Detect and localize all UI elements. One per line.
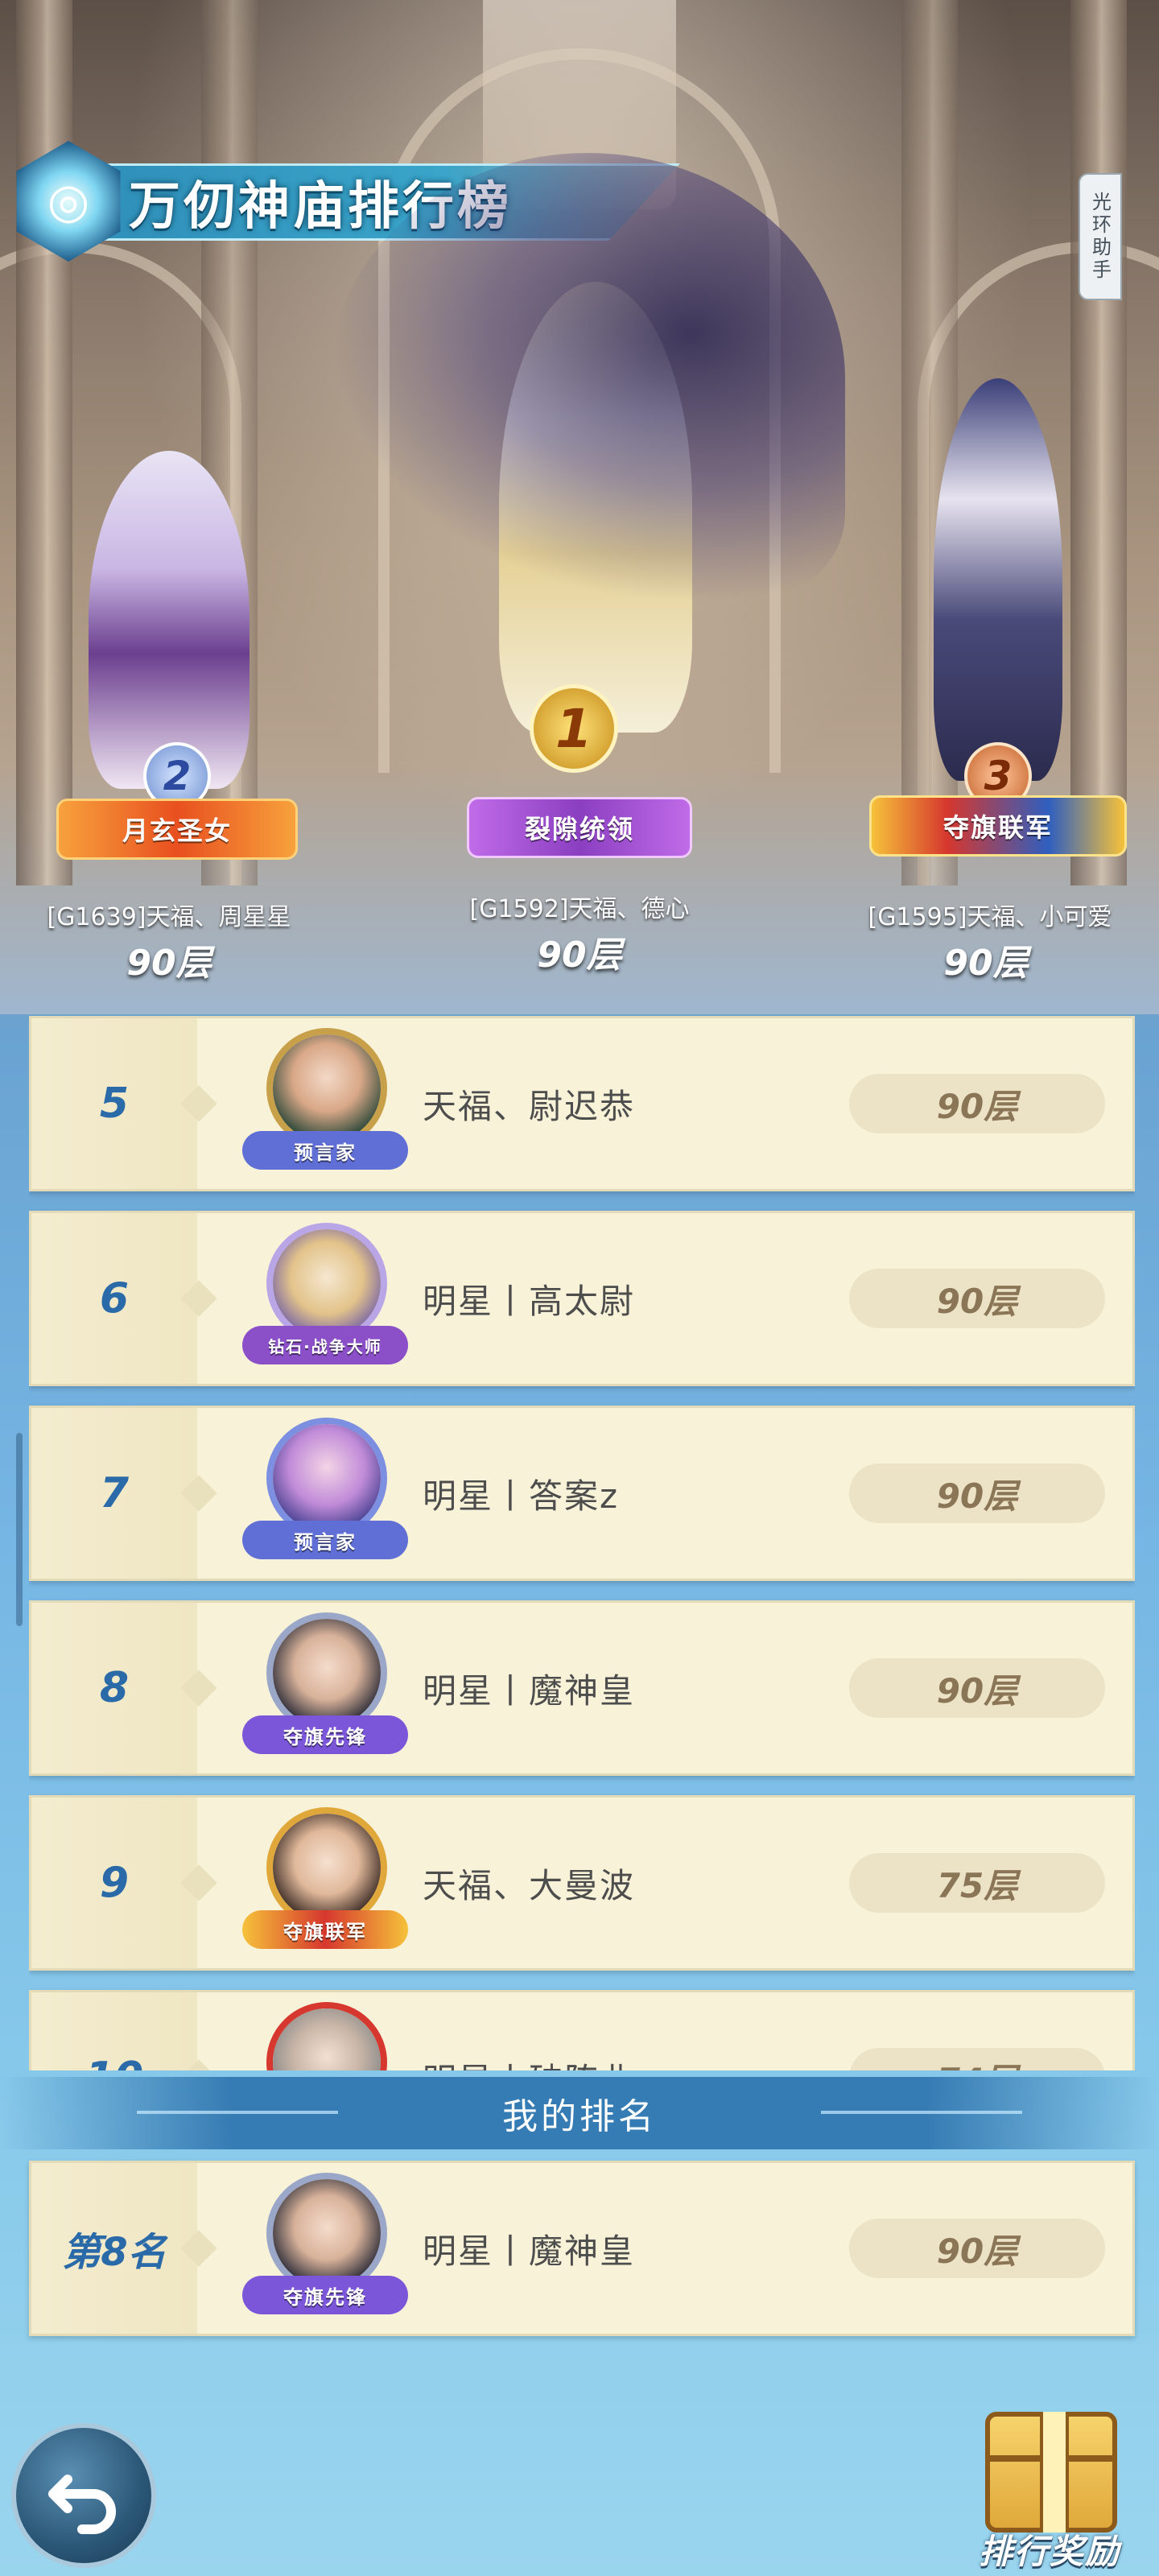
my-rank-row[interactable]: 第8名 夺旗先锋 明星丨魔神皇 90层: [29, 2161, 1135, 2336]
row-rank: 8: [99, 1664, 130, 1712]
my-rank-title: 我的排名: [502, 2096, 657, 2137]
podium-floor: 90层: [126, 943, 212, 984]
floor-value: 90层: [849, 1658, 1105, 1718]
player-name: 明星丨魔神皇: [423, 2231, 636, 2271]
player-avatar[interactable]: 夺旗先锋: [242, 1612, 408, 1765]
ranking-reward-button[interactable]: 排行奖励: [956, 2407, 1143, 2576]
player-avatar[interactable]: 夺旗联军: [242, 1807, 408, 1960]
character-figure: [934, 378, 1062, 781]
avatar-title-badge: 预言家: [242, 1521, 408, 1559]
table-row[interactable]: 5 预言家 天福、尉迟恭 90层: [29, 1016, 1135, 1191]
player-name: 明星丨答案z: [423, 1476, 620, 1516]
table-row[interactable]: 9 夺旗联军 天福、大曼波 75层: [29, 1795, 1135, 1971]
table-row[interactable]: 8 夺旗先锋 明星丨魔神皇 90层: [29, 1600, 1135, 1776]
player-name: 明星丨高太尉: [423, 1281, 636, 1321]
avatar-title-badge: 夺旗先锋: [242, 2276, 408, 2314]
list-scrollbar[interactable]: [16, 1433, 23, 1626]
floor-value: 90层: [849, 2219, 1105, 2278]
temple-emblem-icon: ◎: [16, 141, 121, 262]
title-badge: 夺旗联军: [869, 795, 1127, 857]
floor-value: 75层: [849, 1853, 1105, 1913]
back-arrow-icon: [48, 2475, 116, 2534]
title-badge: 月玄圣女: [56, 799, 298, 860]
player-name: 天福、尉迟恭: [423, 1086, 636, 1126]
podium-rank-3[interactable]: 3 夺旗联军: [853, 378, 1143, 894]
podium-floor: 90层: [537, 935, 622, 976]
helper-tab[interactable]: 光环助手: [1079, 173, 1122, 300]
my-rank-header: 我的排名: [0, 2077, 1159, 2149]
floor-value: 90层: [849, 1269, 1105, 1328]
back-button[interactable]: [11, 2423, 156, 2568]
player-avatar[interactable]: 预言家: [242, 1418, 408, 1571]
player-name: 天福、大曼波: [423, 1865, 636, 1905]
row-rank: 10: [31, 1992, 197, 2070]
floor-value: 90层: [849, 1074, 1105, 1133]
table-row[interactable]: 6 钻石·战争大师 明星丨高太尉 90层: [29, 1211, 1135, 1386]
floor-value: 90层: [849, 1463, 1105, 1523]
title-badge: 裂隙统领: [467, 797, 692, 858]
row-rank: 6: [99, 1274, 130, 1323]
avatar-title-badge: 夺旗联军: [242, 1910, 408, 1949]
podium-player-name: [G1639]天福、周星星: [47, 903, 291, 931]
player-name: 明星丨魔神皇: [423, 1670, 636, 1711]
player-avatar[interactable]: 钻石·战争大师: [242, 1223, 408, 1376]
lion-dance-frame-icon: [266, 2002, 387, 2070]
table-row[interactable]: 10 明星丨破阵曲 74层: [29, 1990, 1135, 2070]
player-avatar[interactable]: 夺旗先锋: [242, 2173, 408, 2326]
dark-wings: [330, 153, 845, 604]
my-rank-value: 第8名: [62, 2230, 167, 2275]
reward-label: 排行奖励: [978, 2532, 1120, 2571]
player-avatar[interactable]: [242, 2002, 408, 2070]
avatar-title-badge: 钻石·战争大师: [242, 1326, 408, 1364]
character-figure: [89, 451, 250, 789]
podium-player-name: [G1592]天福、德心: [469, 895, 690, 923]
podium-player-name: [G1595]天福、小可爱: [868, 903, 1112, 931]
floor-value: 74层: [849, 2048, 1105, 2070]
rank-1-medal-icon: 1: [530, 684, 618, 773]
gift-chest-icon: [985, 2412, 1117, 2533]
podium-floor: 90层: [943, 943, 1029, 984]
row-rank: 5: [99, 1080, 130, 1128]
player-name: 明星丨破阵曲: [423, 1992, 635, 2071]
ranking-list[interactable]: 5 预言家 天福、尉迟恭 90层 6 钻石·战争大师 明星丨高太尉 90层 7 …: [29, 1016, 1135, 2070]
row-rank: 9: [99, 1859, 130, 1907]
avatar-title-badge: 夺旗先锋: [242, 1715, 408, 1754]
player-avatar[interactable]: 预言家: [242, 1028, 408, 1181]
avatar-title-badge: 预言家: [242, 1131, 408, 1170]
table-row[interactable]: 7 预言家 明星丨答案z 90层: [29, 1406, 1135, 1581]
row-rank: 7: [99, 1469, 130, 1517]
podium-rank-1[interactable]: 1 裂隙统领: [314, 137, 861, 877]
